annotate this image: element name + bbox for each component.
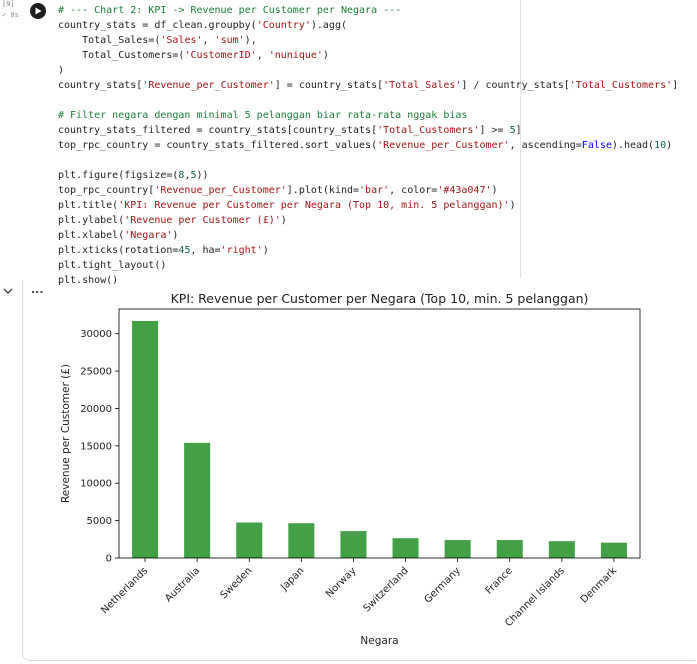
code-line: top_rpc_country = country_stats_filtered… (58, 140, 673, 151)
play-icon (35, 7, 42, 15)
bar-chart: KPI: Revenue per Customer per Negara (To… (60, 291, 641, 647)
code-line: country_stats = df_clean.groupby('Countr… (58, 20, 347, 31)
y-tick-label: 0 (106, 554, 112, 565)
y-tick-label: 15000 (80, 441, 112, 452)
x-axis-label: Negara (360, 635, 398, 647)
code-line: Total_Customers=('CustomerID', 'nunique'… (58, 50, 329, 61)
bar-france (496, 540, 523, 558)
y-tick-label: 30000 (80, 329, 112, 340)
run-cell-button[interactable] (30, 3, 46, 19)
collapse-output-chevron-icon[interactable] (2, 287, 14, 297)
code-line: country_stats_filtered = country_stats[c… (58, 125, 522, 136)
code-line: plt.xticks(rotation=45, ha='right') (58, 245, 269, 256)
x-tick-label: Norway (324, 565, 359, 600)
code-line: # --- Chart 2: KPI -> Revenue per Custom… (58, 5, 402, 16)
execution-count: [9] (2, 0, 15, 8)
bar-netherlands (132, 320, 159, 558)
x-tick-label: Denmark (579, 565, 619, 605)
bar-denmark (600, 542, 627, 558)
bar-channel-islands (548, 541, 575, 558)
y-tick-label: 10000 (80, 479, 112, 490)
bar-switzerland (392, 538, 419, 558)
bar-sweden (236, 522, 263, 558)
x-tick-label: Sweden (219, 565, 255, 601)
notebook-cell: [9] ✓ 0s # --- Chart 2: KPI -> Revenue p… (0, 0, 697, 664)
code-line: country_stats['Revenue_per_Customer'] = … (58, 80, 679, 91)
x-tick-label: Japan (278, 565, 306, 593)
bar-japan (288, 523, 315, 558)
chart-title: KPI: Revenue per Customer per Negara (To… (171, 291, 589, 306)
x-tick-label: France (484, 565, 515, 596)
bar-germany (444, 540, 471, 558)
x-tick-label: Australia (163, 565, 202, 604)
y-axis-label: Revenue per Customer (£) (60, 364, 72, 503)
code-line: top_rpc_country['Revenue_per_Customer'].… (58, 185, 498, 196)
code-line: plt.tight_layout() (58, 260, 167, 271)
bar-australia (184, 442, 211, 558)
y-tick-label: 5000 (87, 516, 112, 527)
execution-status: ✓ 0s (2, 11, 19, 19)
code-line: ) (58, 65, 65, 76)
code-line: Total_Sales=('Sales', 'sum'), (58, 35, 257, 46)
x-tick-label: Switzerland (362, 565, 411, 614)
bar-norway (340, 531, 367, 558)
x-tick-label: Netherlands (99, 565, 150, 616)
code-text[interactable]: # --- Chart 2: KPI -> Revenue per Custom… (58, 3, 678, 288)
y-tick-label: 20000 (80, 404, 112, 415)
code-line: plt.ylabel('Revenue per Customer (£)') (58, 215, 287, 226)
y-tick-label: 25000 (80, 367, 112, 378)
x-tick-label: Germany (422, 565, 462, 605)
code-line: plt.xlabel('Negara') (58, 230, 179, 241)
code-line: plt.title('KPI: Revenue per Customer per… (58, 200, 516, 211)
code-line: plt.figure(figsize=(8,5)) (58, 170, 209, 181)
code-line: # Filter negara dengan minimal 5 pelangg… (58, 110, 468, 121)
code-editor[interactable]: # --- Chart 2: KPI -> Revenue per Custom… (50, 0, 678, 286)
